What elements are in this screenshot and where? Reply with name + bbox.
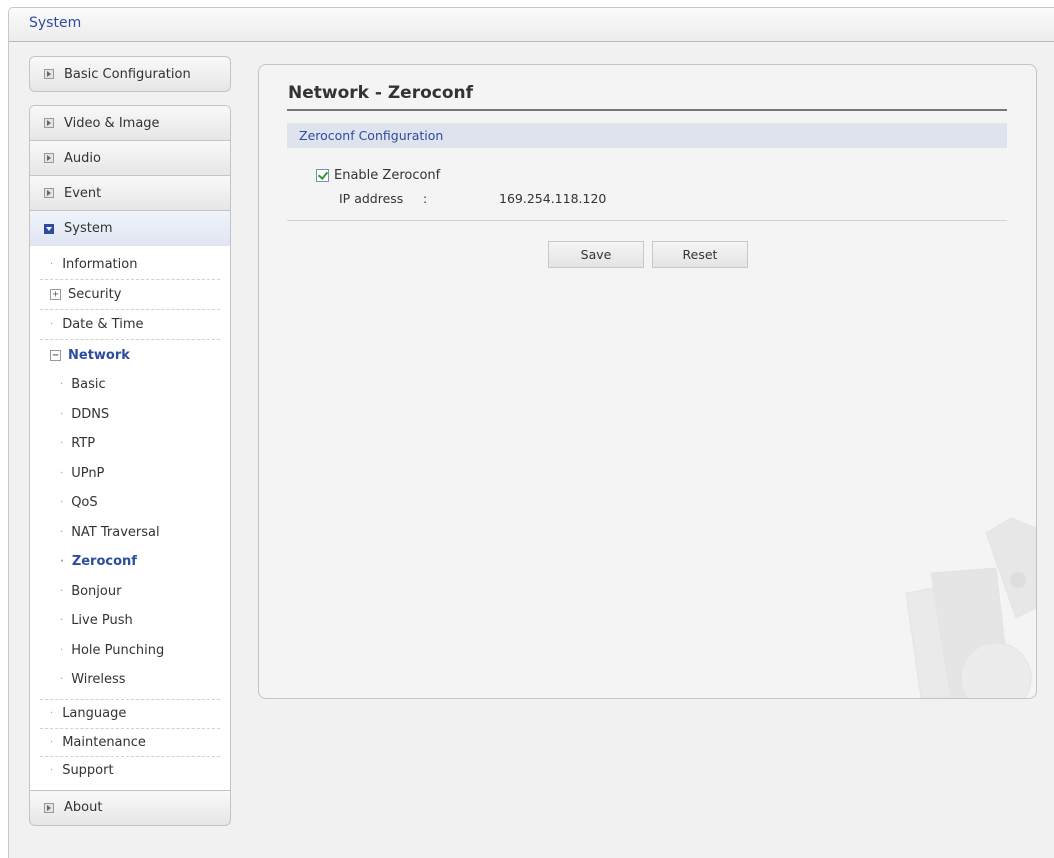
menu-basic-configuration[interactable]: Basic Configuration <box>29 56 231 92</box>
sidebar-item-label: Live Push <box>71 613 133 629</box>
main-panel: Network - Zeroconf Zeroconf Configuratio… <box>258 64 1037 699</box>
section-header: Zeroconf Configuration <box>287 123 1007 148</box>
bullet-icon: · <box>60 674 64 686</box>
collapse-minus-icon[interactable]: − <box>50 349 61 361</box>
menu-system[interactable]: System <box>30 211 230 246</box>
menu-about[interactable]: About <box>29 789 231 826</box>
bullet-icon: · <box>50 319 54 330</box>
sidebar-item-label: Basic <box>71 377 106 393</box>
ip-address-label: IP address <box>339 191 404 206</box>
menu-label: System <box>64 221 113 236</box>
sidebar-item-network[interactable]: − Network <box>40 340 220 370</box>
expand-arrow-icon <box>44 69 54 79</box>
expand-arrow-icon <box>44 802 54 813</box>
enable-zeroconf-row: Enable Zeroconf <box>316 168 440 183</box>
sidebar-item-label: Bonjour <box>71 583 122 599</box>
sidebar-item-label: QoS <box>71 495 98 511</box>
sidebar-item-zeroconf[interactable]: · Zeroconf <box>40 547 220 577</box>
camera-watermark-icon <box>905 517 1036 698</box>
menu-label: About <box>64 800 103 815</box>
menu-label: Video & Image <box>64 115 160 131</box>
sidebar-item-label: Language <box>62 706 127 721</box>
sidebar-item-ddns[interactable]: · DDNS <box>40 400 220 430</box>
sidebar-item-date-time[interactable]: · Date & Time <box>40 310 220 340</box>
expand-plus-icon[interactable]: + <box>50 289 61 300</box>
sidebar-item-wireless[interactable]: · Wireless <box>40 665 220 695</box>
bullet-icon: · <box>60 497 64 509</box>
divider <box>287 220 1007 221</box>
sidebar-item-nat-traversal[interactable]: · NAT Traversal <box>40 518 220 548</box>
ip-address-colon: : <box>423 191 428 206</box>
reset-button[interactable]: Reset <box>652 241 748 268</box>
sidebar-item-label: Date & Time <box>62 317 144 332</box>
menu-video-image[interactable]: Video & Image <box>30 106 230 141</box>
collapse-arrow-icon <box>44 223 54 234</box>
sidebar-item-label: Wireless <box>71 672 126 688</box>
enable-zeroconf-label[interactable]: Enable Zeroconf <box>334 168 440 183</box>
bullet-icon: · <box>60 644 64 656</box>
bullet-icon: · <box>50 765 54 776</box>
bullet-icon: · <box>60 556 64 568</box>
expand-arrow-icon <box>44 153 54 163</box>
menu-label: Basic Configuration <box>64 66 191 82</box>
title-divider <box>287 109 1007 111</box>
menu-audio[interactable]: Audio <box>30 141 230 176</box>
sidebar-item-label: DDNS <box>71 406 110 422</box>
save-button[interactable]: Save <box>548 241 644 268</box>
top-bar: System <box>9 8 1054 42</box>
sidebar: Basic Configuration Video & Image Audio … <box>29 56 231 826</box>
sidebar-item-label: Zeroconf <box>71 554 137 570</box>
bullet-icon: · <box>60 615 64 627</box>
page-title: Network - Zeroconf <box>288 83 474 103</box>
sidebar-item-support[interactable]: · Support <box>40 757 220 785</box>
bullet-icon: · <box>50 708 54 719</box>
bullet-icon: · <box>60 585 64 597</box>
enable-zeroconf-checkbox[interactable] <box>316 169 329 182</box>
sidebar-item-label: RTP <box>71 436 96 452</box>
sidebar-item-label: Security <box>68 287 122 302</box>
sidebar-item-label: Maintenance <box>62 734 146 750</box>
sidebar-item-label: NAT Traversal <box>71 524 160 540</box>
sidebar-item-label: Information <box>62 257 138 272</box>
sidebar-item-basic[interactable]: · Basic <box>40 370 220 400</box>
sidebar-item-qos[interactable]: · QoS <box>40 488 220 518</box>
sidebar-item-information[interactable]: · Information <box>40 250 220 280</box>
network-submenu: · Basic · DDNS · RTP · UPnP · QoS · NAT Traver… <box>40 370 220 700</box>
sidebar-item-security[interactable]: + Security <box>40 280 220 310</box>
bullet-icon: · <box>60 438 64 450</box>
menu-group: Video & Image Audio Event System <box>29 105 231 247</box>
expand-arrow-icon <box>44 118 54 128</box>
bullet-icon: · <box>60 526 64 538</box>
ip-address-value: 169.254.118.120 <box>499 191 607 206</box>
sidebar-item-label: UPnP <box>71 465 105 481</box>
sidebar-item-label: Network <box>68 347 130 363</box>
menu-label: Event <box>64 185 102 201</box>
expand-arrow-icon <box>44 188 54 198</box>
page-header-title: System <box>29 15 82 31</box>
system-submenu: · Information + Security · Date & Time −… <box>29 246 231 791</box>
sidebar-item-rtp[interactable]: · RTP <box>40 429 220 459</box>
ip-address-row: IP address : 169.254.118.120 <box>339 191 606 206</box>
sidebar-item-live-push[interactable]: · Live Push <box>40 606 220 636</box>
bullet-icon: · <box>60 408 64 420</box>
bullet-icon: · <box>60 379 64 391</box>
sidebar-item-label: Support <box>62 763 114 778</box>
bullet-icon: · <box>50 259 54 270</box>
sidebar-item-upnp[interactable]: · UPnP <box>40 459 220 489</box>
sidebar-item-maintenance[interactable]: · Maintenance <box>40 729 220 757</box>
menu-event[interactable]: Event <box>30 176 230 211</box>
sidebar-item-hole-punching[interactable]: · Hole Punching <box>40 636 220 666</box>
bullet-icon: · <box>50 736 54 748</box>
menu-label: Audio <box>64 150 101 166</box>
sidebar-item-label: Hole Punching <box>71 642 165 658</box>
bullet-icon: · <box>60 467 64 479</box>
sidebar-item-bonjour[interactable]: · Bonjour <box>40 577 220 607</box>
sidebar-item-language[interactable]: · Language <box>40 700 220 729</box>
